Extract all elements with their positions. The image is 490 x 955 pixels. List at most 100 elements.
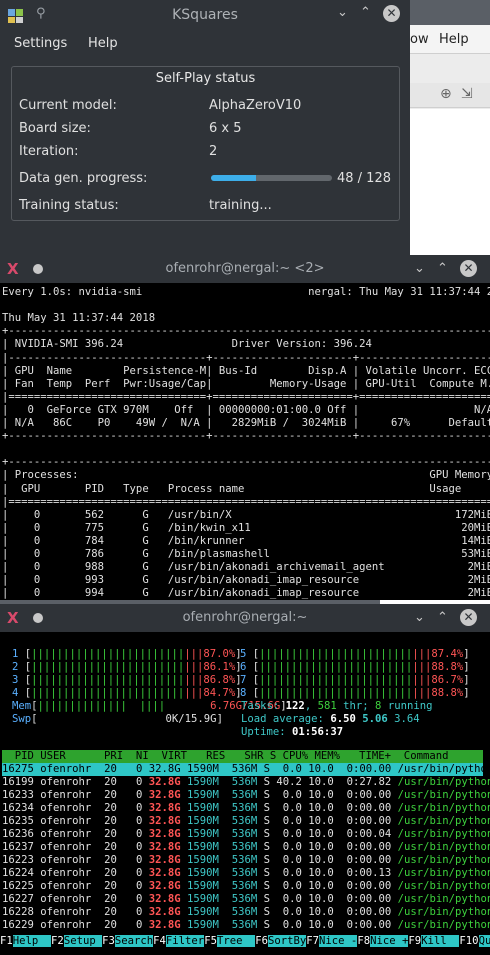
terminal-line: +---------------------------------------… [2,325,490,338]
process-row[interactable]: 16225 ofenrohr 20 0 32.8G 1590M 536M S 0… [2,880,490,893]
close-icon[interactable]: ✕ [460,260,477,277]
menu-help[interactable]: Help [88,36,118,51]
fkey-10[interactable]: F10 [459,935,479,947]
terminal1-titlebar[interactable]: X ofenrohr@nergal:~ <2> ⌄ ⌃ ✕ [0,255,490,283]
bg-menu-item[interactable]: ow [410,32,429,47]
fkey-4[interactable]: F4 [153,935,166,947]
terminal-line: | GPU Name Persistence-M| Bus-Id Disp.A … [2,364,490,377]
bg-menu-help[interactable]: Help [439,32,469,47]
iteration-value: 2 [209,144,218,159]
fkey-1[interactable]: F1 [0,935,13,947]
ksquares-window: ⚲ KSquares ⌄ ⌃ ✕ Settings Help Self-Play… [0,0,410,255]
process-row[interactable]: 16227 ofenrohr 20 0 32.8G 1590M 536M S 0… [2,893,490,906]
fkey-label[interactable]: Search [114,935,154,947]
cpu-meter: 8 [|||||||||||||||||||||||||||88.8%] [240,687,470,699]
cpu-meter: 1 [|||||||||||||||||||||||||||87.0%] [12,648,242,660]
terminal-line: Thu May 31 11:37:44 2018 [2,312,156,325]
menu-settings[interactable]: Settings [14,36,67,51]
fkey-2[interactable]: F2 [51,935,64,947]
window-title: KSquares [172,7,238,23]
process-row[interactable]: 16237 ofenrohr 20 0 32.8G 1590M 536M S 0… [2,841,490,854]
cpu-meter: 4 [|||||||||||||||||||||||||||84.7%] [12,687,242,699]
ksquares-titlebar[interactable]: ⚲ KSquares ⌄ ⌃ ✕ [0,0,410,30]
maximize-icon[interactable]: ⌃ [437,610,448,625]
fkey-label[interactable]: Nice - [319,935,358,947]
process-row[interactable]: 16233 ofenrohr 20 0 32.8G 1590M 536M S 0… [2,789,490,802]
progress-fill [211,175,257,181]
terminal-line: | GPU PID Type Process name Usage | [2,482,490,495]
close-icon[interactable]: ✕ [383,5,400,22]
current-model-label: Current model: [19,98,117,113]
terminal-line: |=======================================… [2,495,490,508]
fkey-label[interactable]: Tree [216,935,256,947]
cpu-meter: 3 [|||||||||||||||||||||||||||86.8%] [12,674,242,686]
terminal-line: | 0 562 G /usr/bin/X 172MiB | [2,508,490,521]
function-key-bar: F1Help F2Setup F3SearchF4FilterF5Tree F6… [0,934,490,948]
process-row[interactable]: 16234 ofenrohr 20 0 32.8G 1590M 536M S 0… [2,802,490,815]
minimize-icon[interactable]: ⌄ [337,5,348,20]
maximize-icon[interactable]: ⌃ [437,261,448,276]
process-row[interactable]: 16223 ofenrohr 20 0 32.8G 1590M 536M S 0… [2,854,490,867]
maximize-icon[interactable]: ⌃ [360,5,371,20]
fkey-7[interactable]: F7 [306,935,320,947]
minimize-icon[interactable]: ⌄ [414,261,425,276]
terminal-line: +-------------------------------+-------… [2,430,490,443]
terminal-line: | 0 994 G /usr/bin/akonadi_imap_resource… [2,587,490,600]
terminal-line: |===============================+=======… [2,390,490,403]
group-title: Self-Play status [155,71,256,86]
fkey-label[interactable]: Help [12,935,52,947]
terminal-line: +---------------------------------------… [2,456,490,469]
process-table-header[interactable]: PID USER PRI NI VIRT RES SHR S CPU% MEM%… [2,750,483,763]
process-row[interactable]: 16224 ofenrohr 20 0 32.8G 1590M 536M S 0… [2,867,490,880]
cpu-meter: 6 [|||||||||||||||||||||||||||88.8%] [240,661,470,673]
terminal-line: Every 1.0s: nvidia-smi nergal: Thu May 3… [2,286,490,298]
terminal-line: | NVIDIA-SMI 396.24 Driver Version: 396.… [2,338,490,351]
board-size-value: 6 x 5 [209,121,242,136]
process-row[interactable]: 16275 ofenrohr 20 0 32.8G 1590M 536M S 0… [2,763,490,776]
data-gen-progress-bar [211,175,332,181]
terminal2-titlebar[interactable]: X ofenrohr@nergal:~ ⌄ ⌃ ✕ [0,604,490,632]
cpu-meter: 5 [|||||||||||||||||||||||||||87.4%] [240,648,470,660]
terminal-line: | 0 993 G /usr/bin/akonadi_imap_resource… [2,574,490,587]
fkey-label[interactable]: Nice + [370,935,409,947]
fkey-8[interactable]: F8 [357,935,371,947]
tasks-summary: Tasks: 122, 581 thr; 8 running [241,700,433,712]
iteration-label: Iteration: [19,144,79,159]
close-icon[interactable]: ✕ [460,609,477,626]
cpu-meter: 2 [|||||||||||||||||||||||||||86.1%] [12,661,242,673]
terminal-nvidia-smi[interactable]: X ofenrohr@nergal:~ <2> ⌄ ⌃ ✕ Every 1.0s… [0,255,490,600]
fkey-5[interactable]: F5 [204,935,217,947]
target-icon[interactable]: ⊕ [440,86,452,102]
terminal-line: | Processes: GPU Memory | [2,469,490,482]
uptime: Uptime: 01:56:37 [241,726,344,738]
terminal-line: | 0 988 G /usr/bin/akonadi_archivemail_a… [2,561,490,574]
process-row[interactable]: 16236 ofenrohr 20 0 32.8G 1590M 536M S 0… [2,828,490,841]
terminal-line: | N/A 86C P0 49W / N/A | 2829MiB / 3024M… [2,417,490,429]
current-model-value: AlphaZeroV10 [209,98,302,113]
fkey-9[interactable]: F9 [408,935,422,947]
terminal-line: | 0 784 G /bin/krunner 14MiB | [2,534,490,547]
terminal-line: | Fan Temp Perf Pwr:Usage/Cap| Memory-Us… [2,377,490,390]
self-play-status-group: Self-Play status Current model: AlphaZer… [11,66,400,221]
adjust-icon[interactable]: ⇲ [461,86,473,102]
minimize-icon[interactable]: ⌄ [414,610,425,625]
terminal-line: | 0 GeForce GTX 970M Off | 00000000:01:0… [2,403,490,416]
terminal-htop[interactable]: X ofenrohr@nergal:~ ⌄ ⌃ ✕ 1 [|||||||||||… [0,604,490,955]
data-gen-progress-label: Data gen. progress: [19,171,148,186]
fkey-label[interactable]: Filter [165,935,205,947]
process-row[interactable]: 16228 ofenrohr 20 0 32.8G 1590M 536M S 0… [2,906,490,919]
process-row[interactable]: 16199 ofenrohr 20 0 32.8G 1590M 536M S 4… [2,776,490,789]
data-gen-progress-value: 48 / 128 [337,171,391,186]
fkey-label[interactable]: Kill [421,935,460,947]
fkey-label[interactable]: Setup [63,935,103,947]
fkey-6[interactable]: F6 [255,935,268,947]
fkey-label[interactable]: Quit [478,935,490,947]
cpu-meter: 7 [|||||||||||||||||||||||||||86.7%] [240,674,470,686]
fkey-3[interactable]: F3 [102,935,115,947]
process-row[interactable]: 16235 ofenrohr 20 0 32.8G 1590M 536M S 0… [2,815,490,828]
fkey-label[interactable]: SortBy [268,935,307,947]
process-row[interactable]: 16229 ofenrohr 20 0 32.8G 1590M 536M S 0… [2,919,490,932]
load-average: Load average: 6.50 5.06 3.64 [241,713,420,725]
board-size-label: Board size: [19,121,91,136]
terminal-line: | 0 775 G /bin/kwin_x11 20MiB | [2,521,490,534]
